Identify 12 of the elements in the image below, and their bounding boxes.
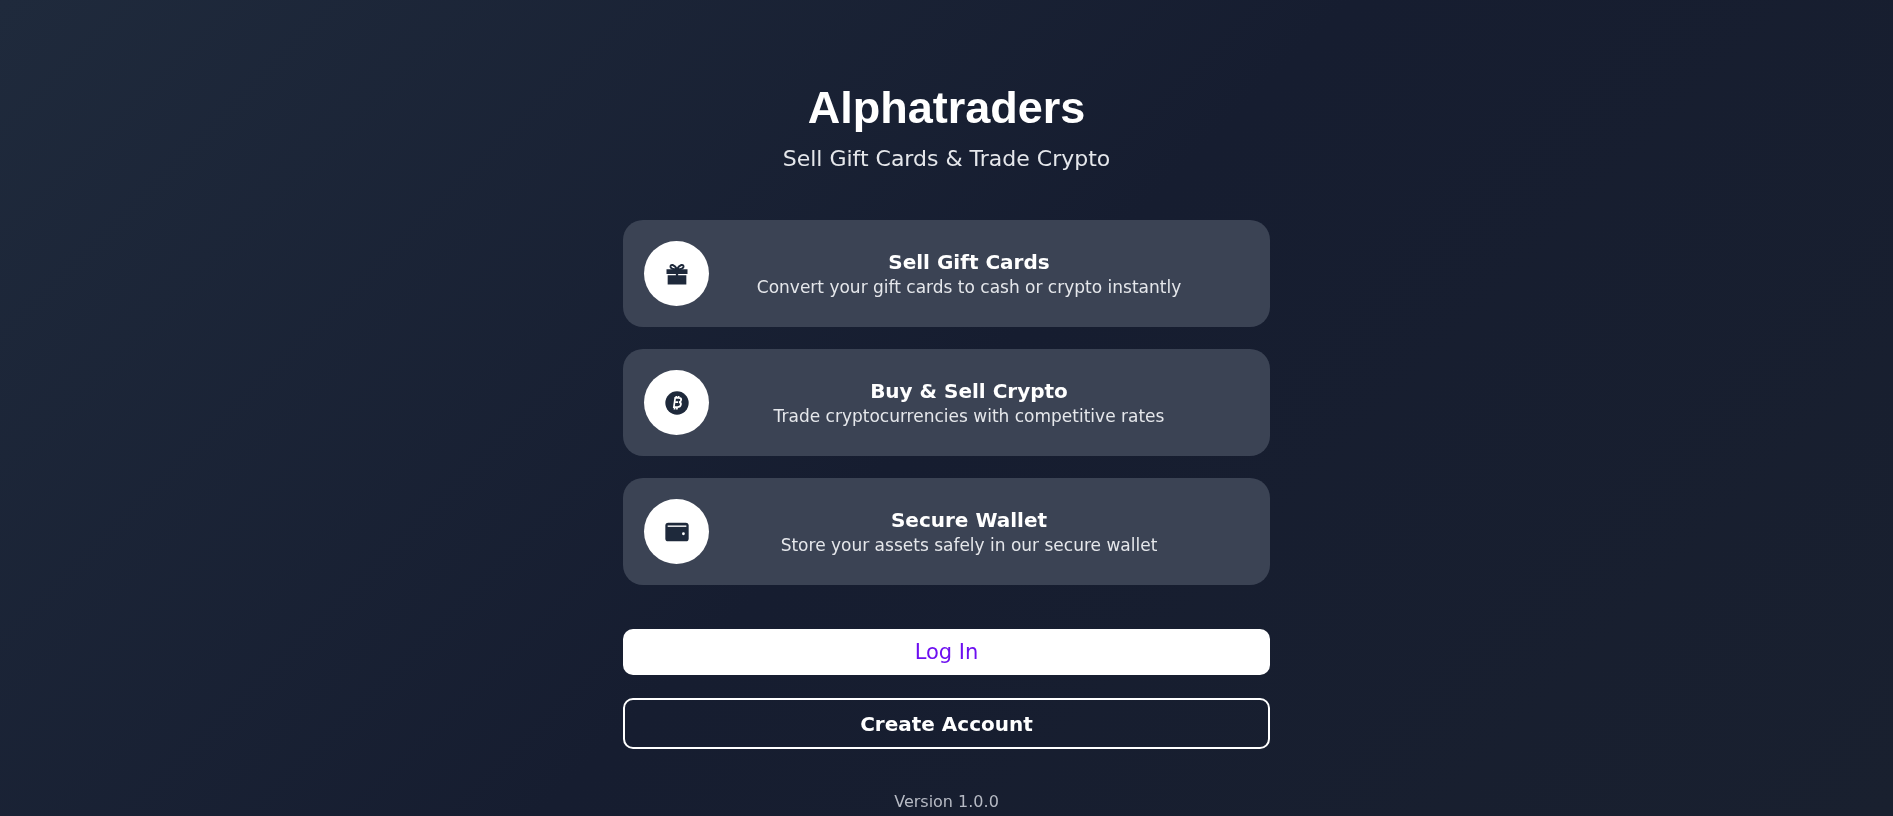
bitcoin-icon: [662, 388, 691, 417]
app-subtitle: Sell Gift Cards & Trade Crypto: [782, 145, 1111, 173]
app-title: Alphatraders: [807, 81, 1086, 135]
feature-title: Secure Wallet: [889, 506, 1049, 533]
feature-title: Sell Gift Cards: [887, 248, 1051, 275]
feature-title: Buy & Sell Crypto: [869, 377, 1069, 404]
create-account-button[interactable]: Create Account: [623, 698, 1270, 749]
login-button[interactable]: Log In: [623, 629, 1270, 675]
feature-description: Store your assets safely in our secure wallet: [779, 533, 1159, 557]
feature-description: Convert your gift cards to cash or crypto instantly: [755, 275, 1183, 299]
feature-description: Trade cryptocurrencies with competitive rates: [772, 404, 1166, 428]
version-text: Version 1.0.0: [894, 792, 999, 811]
